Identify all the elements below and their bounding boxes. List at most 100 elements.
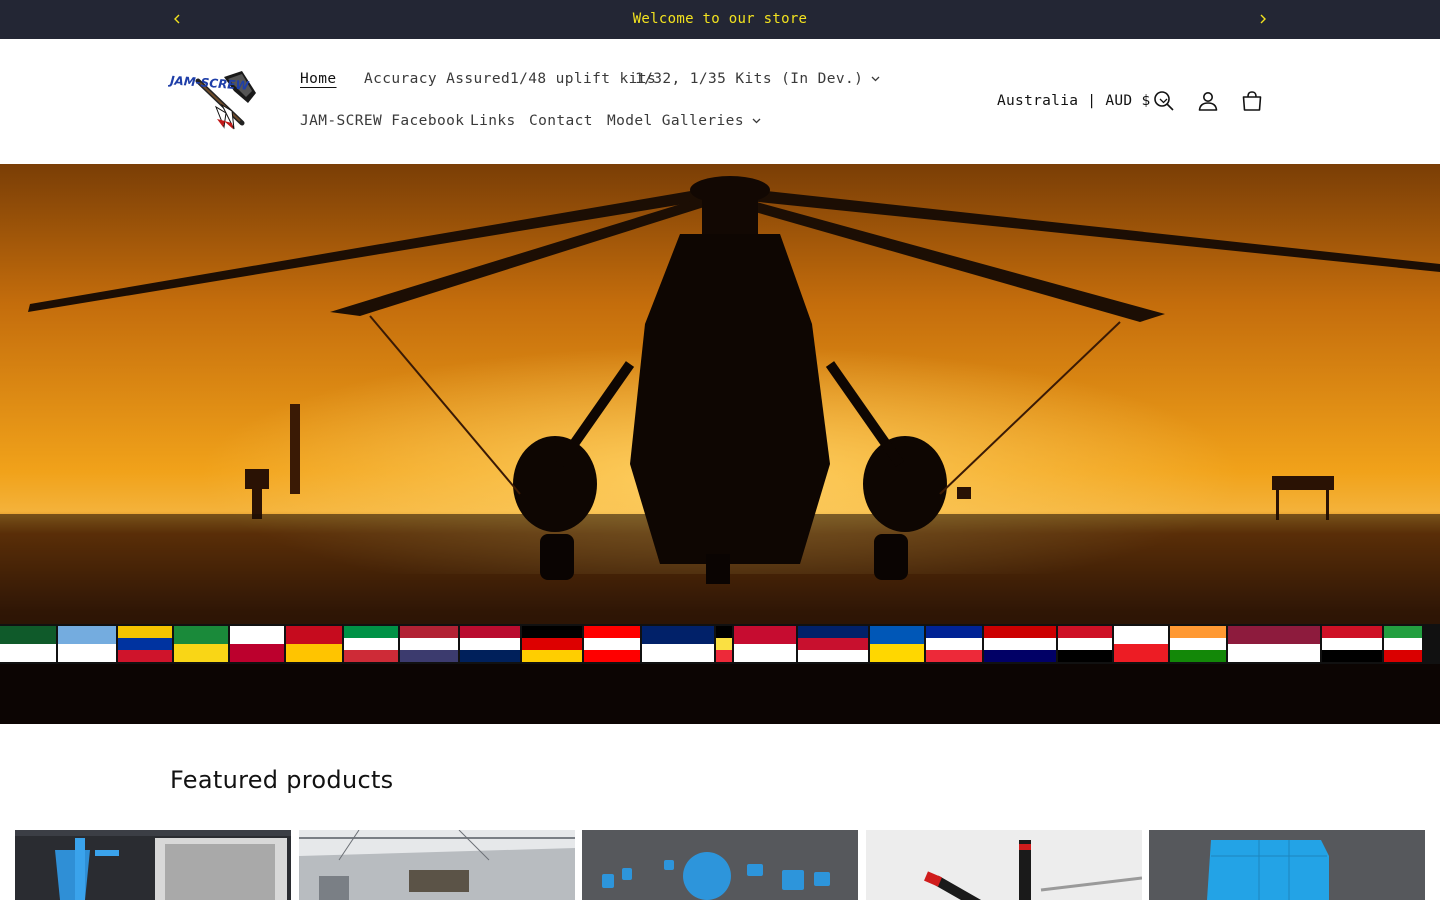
- product-image: [582, 830, 858, 900]
- flag-stripe: [734, 626, 796, 644]
- flag-stripe: [798, 626, 868, 638]
- search-icon: [1154, 91, 1174, 111]
- flag-stripe: [1322, 638, 1382, 650]
- flag-stripe: [286, 626, 342, 644]
- flag-stripe: [174, 626, 228, 644]
- nav-facebook[interactable]: JAM-SCREW Facebook: [300, 113, 464, 129]
- account-icon: [1198, 92, 1218, 111]
- site-header: JAM-SCREW Home Accuracy Assured 1/48 upl…: [0, 39, 1440, 164]
- flag-stripe: [344, 650, 398, 662]
- nav-kits-in-dev[interactable]: 1/32, 1/35 Kits (In Dev.): [635, 71, 880, 87]
- flag-stripe: [118, 626, 172, 638]
- tomahawk-logo-icon: JAM-SCREW: [168, 71, 256, 130]
- product-card[interactable]: [1149, 830, 1425, 900]
- account-button[interactable]: [1196, 89, 1220, 113]
- nav-contact[interactable]: Contact: [529, 113, 593, 129]
- product-card[interactable]: [15, 830, 291, 900]
- flag-stripe: [1114, 644, 1168, 662]
- flag-stripe: [984, 626, 1056, 638]
- flag-stripe: [0, 644, 56, 662]
- flag-stripe: [344, 626, 398, 638]
- product-image: [299, 830, 575, 900]
- flag-stripe: [286, 644, 342, 662]
- nav-accuracy-assured[interactable]: Accuracy Assured: [364, 71, 510, 87]
- site-logo[interactable]: JAM-SCREW: [168, 69, 262, 133]
- flag-stripe: [716, 626, 732, 638]
- flag-stripe: [1322, 626, 1382, 638]
- flag-stripe: [926, 650, 982, 662]
- flag-stripe: [798, 638, 868, 650]
- country-selector-label: Australia | AUD $: [997, 93, 1151, 109]
- chevron-right-icon: [1260, 14, 1266, 24]
- flag-stripe: [734, 644, 796, 662]
- cart-icon: [1242, 91, 1262, 111]
- flag-stripe: [400, 650, 458, 662]
- flag-stripe: [522, 650, 582, 662]
- flag-stripe: [460, 650, 520, 662]
- flag-stripe: [716, 650, 732, 662]
- chevron-down-icon: [752, 118, 761, 124]
- flag-stripe: [1322, 650, 1382, 662]
- flag-stripe: [522, 626, 582, 638]
- flag-stripe: [798, 650, 868, 662]
- hero-image: [0, 164, 1440, 724]
- hero-banner: [0, 164, 1440, 724]
- flag-stripe: [584, 626, 640, 638]
- announcement-bar: Welcome to our store: [0, 0, 1440, 39]
- nav-model-galleries[interactable]: Model Galleries: [607, 113, 761, 129]
- search-button[interactable]: [1152, 89, 1176, 113]
- product-card[interactable]: [299, 830, 575, 900]
- nav-kits-in-dev-label: 1/32, 1/35 Kits (In Dev.): [635, 71, 864, 87]
- product-image: [1149, 830, 1425, 900]
- flag-stripe: [400, 638, 458, 650]
- flag-stripe: [1384, 626, 1422, 638]
- announcement-message: Welcome to our store: [632, 11, 808, 27]
- flag-stripe: [984, 638, 1056, 650]
- flag-stripe: [230, 626, 284, 644]
- flag-stripe: [926, 626, 982, 638]
- nav-home[interactable]: Home: [300, 71, 337, 87]
- featured-products-title: Featured products: [170, 766, 394, 794]
- flag-stripe: [1058, 650, 1112, 662]
- flag-stripe: [642, 626, 714, 644]
- product-grid: [15, 830, 1425, 900]
- flag-stripe: [344, 638, 398, 650]
- flag-stripe: [870, 626, 924, 644]
- flag-stripe: [926, 638, 982, 650]
- flag-stripe: [1170, 650, 1226, 662]
- flag-stripe: [1058, 626, 1112, 638]
- flag-stripe: [522, 638, 582, 650]
- product-card[interactable]: [582, 830, 858, 900]
- flag-stripe: [0, 626, 56, 644]
- flag-stripe: [1114, 626, 1168, 644]
- country-selector[interactable]: Australia | AUD $: [997, 93, 1168, 109]
- announcement-next-button[interactable]: [1254, 10, 1272, 28]
- flag-stripe: [870, 644, 924, 662]
- flag-stripe: [1228, 626, 1320, 644]
- flag-stripe: [1228, 644, 1320, 662]
- cart-button[interactable]: [1240, 89, 1264, 113]
- flag-stripe: [642, 644, 714, 662]
- flag-stripe: [1058, 638, 1112, 650]
- flag-stripe: [984, 650, 1056, 662]
- flag-stripe: [118, 650, 172, 662]
- flag-stripe: [58, 626, 116, 644]
- flag-stripe: [460, 638, 520, 650]
- flag-stripe: [584, 650, 640, 662]
- flag-stripe: [1384, 638, 1422, 650]
- flag-stripe: [230, 644, 284, 662]
- nav-model-galleries-label: Model Galleries: [607, 113, 744, 129]
- flag-stripe: [118, 638, 172, 650]
- product-image: [15, 830, 291, 900]
- nav-links[interactable]: Links: [470, 113, 516, 129]
- chevron-down-icon: [871, 76, 880, 82]
- flag-stripe: [716, 638, 732, 650]
- flag-stripe: [58, 644, 116, 662]
- flag-stripe: [460, 626, 520, 638]
- flag-stripe: [1170, 626, 1226, 638]
- product-image: [866, 830, 1142, 900]
- flag-stripe: [1170, 638, 1226, 650]
- flag-stripe: [400, 626, 458, 638]
- product-card[interactable]: [866, 830, 1142, 900]
- flag-stripe: [1384, 650, 1422, 662]
